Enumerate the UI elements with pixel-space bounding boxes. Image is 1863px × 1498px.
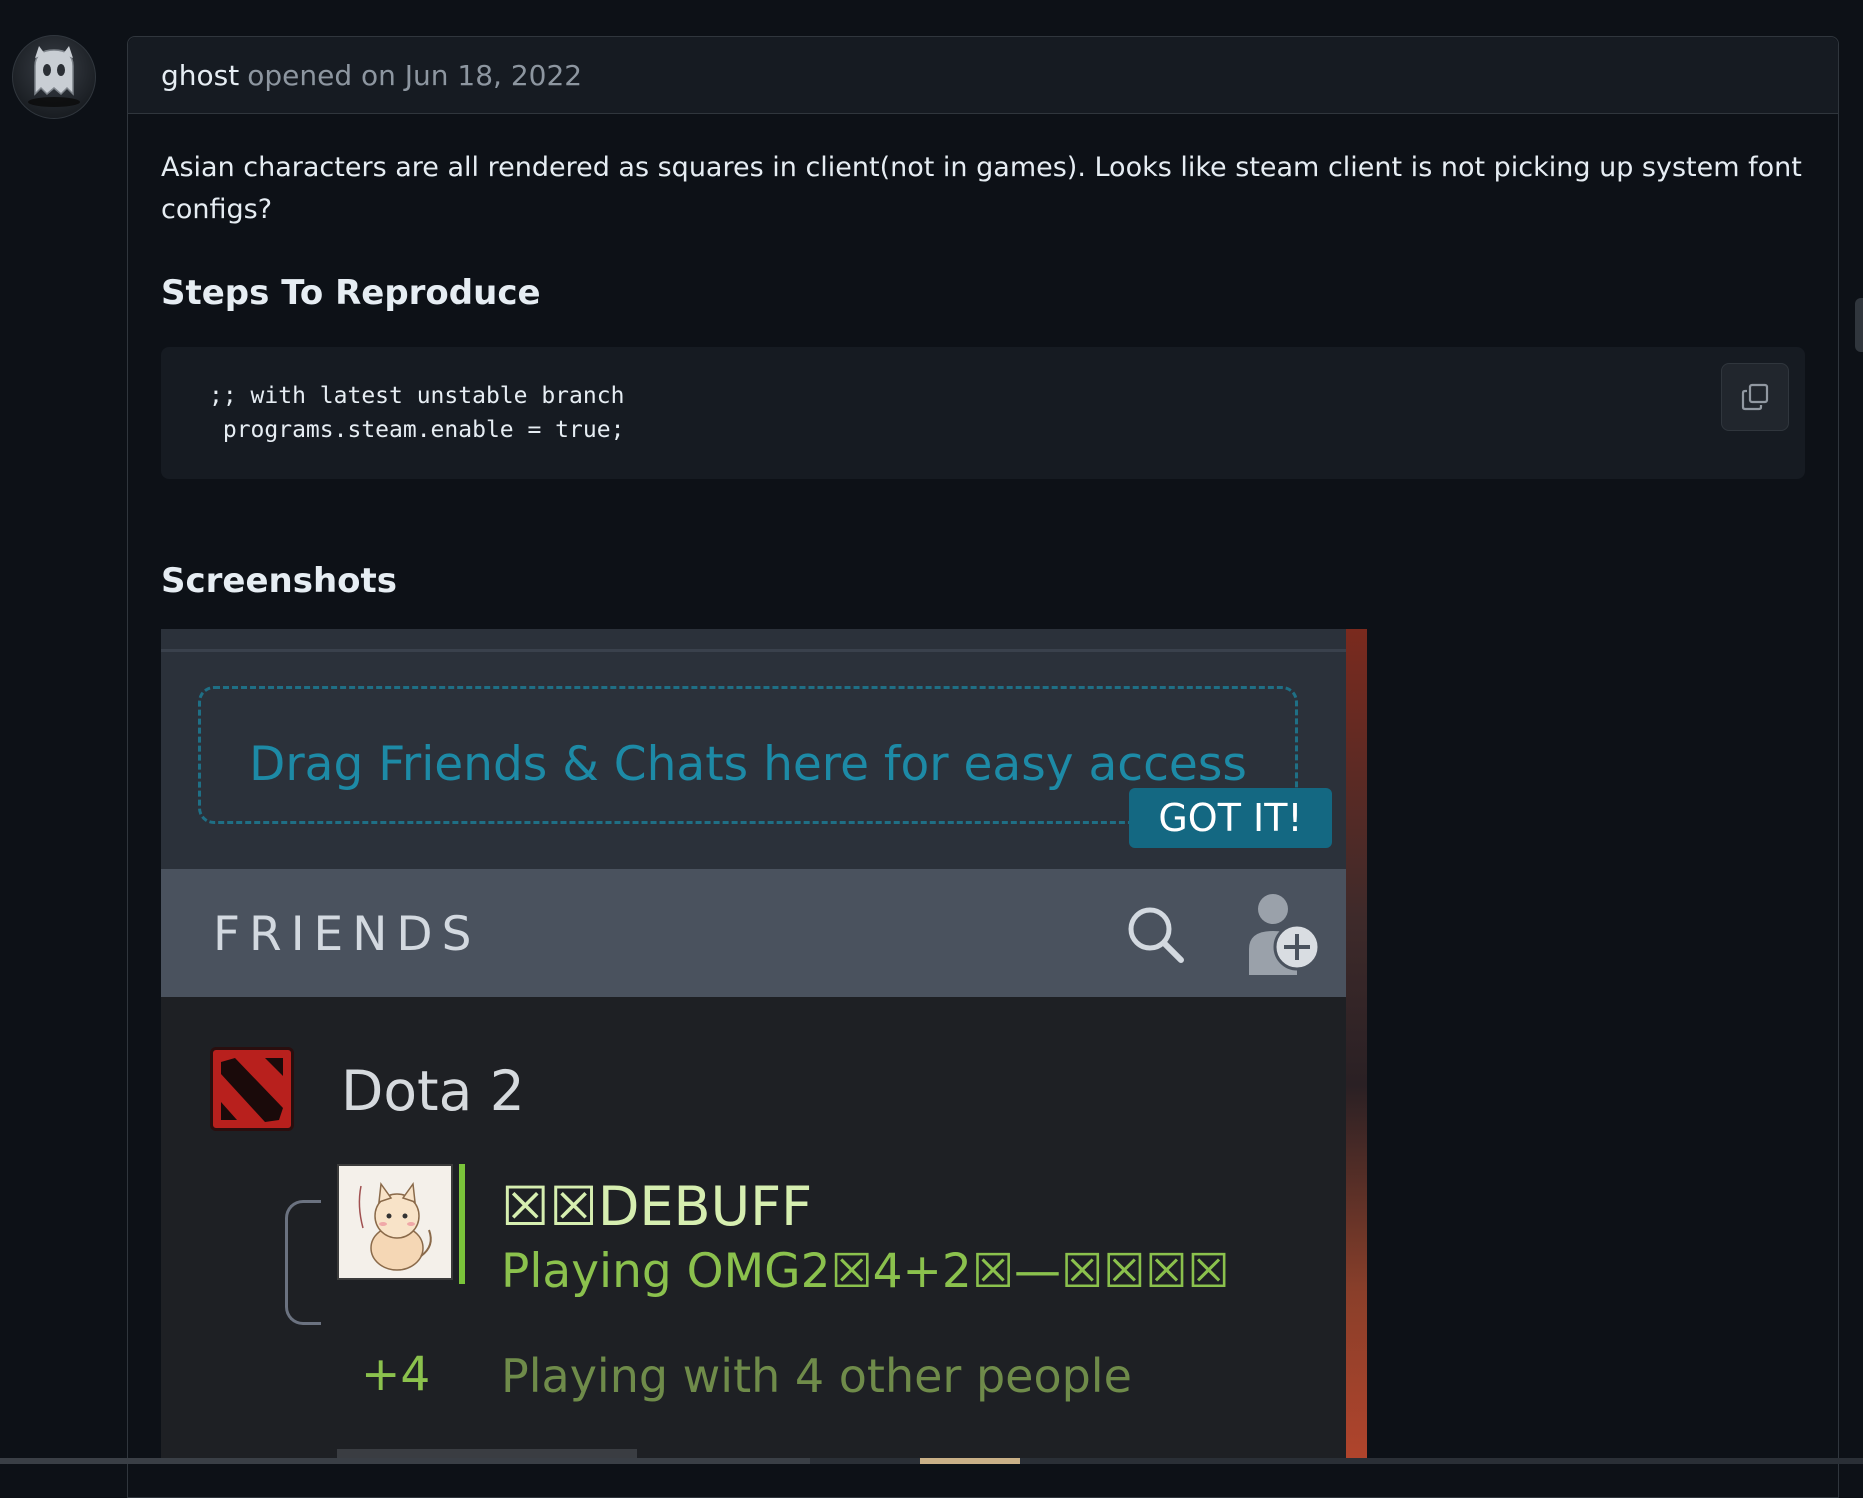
friend-status: Playing OMG2☒4+2☒—☒☒☒☒ [501,1244,1230,1299]
issue-description: Asian characters are all rendered as squ… [161,152,1802,225]
comment-body: Asian characters are all rendered as squ… [128,147,1838,1459]
code-content: ;; with latest unstable branch programs.… [209,379,624,447]
drop-zone-text: Drag Friends & Chats here for easy acces… [249,736,1247,792]
author-link[interactable]: ghost [161,59,239,92]
copy-icon [1741,383,1769,411]
game-name: Dota 2 [341,1059,525,1123]
divider [161,649,1346,652]
friends-list: Dota 2 ☒☒DEBUFF Playing OMG2☒4+2☒—☒☒☒☒ +… [161,997,1346,1459]
add-friend-icon [1249,894,1321,975]
got-it-button: GOT IT! [1129,788,1332,848]
embedded-screenshot[interactable]: Drag Friends & Chats here for easy acces… [161,629,1367,1459]
screenshots-heading: Screenshots [161,561,398,601]
code-block: ;; with latest unstable branch programs.… [161,347,1805,479]
friend-avatar [337,1164,453,1280]
online-indicator [459,1164,465,1284]
code-line: programs.steam.enable = true; [209,417,625,443]
search-icon [1128,907,1184,963]
friends-header: FRIENDS [161,869,1346,997]
group-status: Playing with 4 other people [501,1349,1132,1403]
bottom-strip [0,1458,1863,1464]
group-bracket [285,1200,321,1325]
issue-comment: ghost opened on Jun 18, 2022 Asian chara… [127,36,1839,1498]
dota2-icon [210,1047,294,1131]
comment-header: ghost opened on Jun 18, 2022 [128,37,1838,114]
side-panel-tab[interactable] [1855,298,1863,352]
author-avatar[interactable] [12,35,96,119]
steps-heading: Steps To Reproduce [161,273,541,313]
background-art [1346,629,1367,1459]
code-line: ;; with latest unstable branch [209,383,625,409]
opened-date: opened on Jun 18, 2022 [247,58,583,92]
ghost-avatar-icon [28,46,80,107]
cat-drawing-icon [358,1181,432,1271]
group-count: +4 [361,1347,431,1402]
friends-label: FRIENDS [213,907,481,962]
copy-button[interactable] [1721,363,1789,431]
friend-name: ☒☒DEBUFF [501,1175,813,1238]
